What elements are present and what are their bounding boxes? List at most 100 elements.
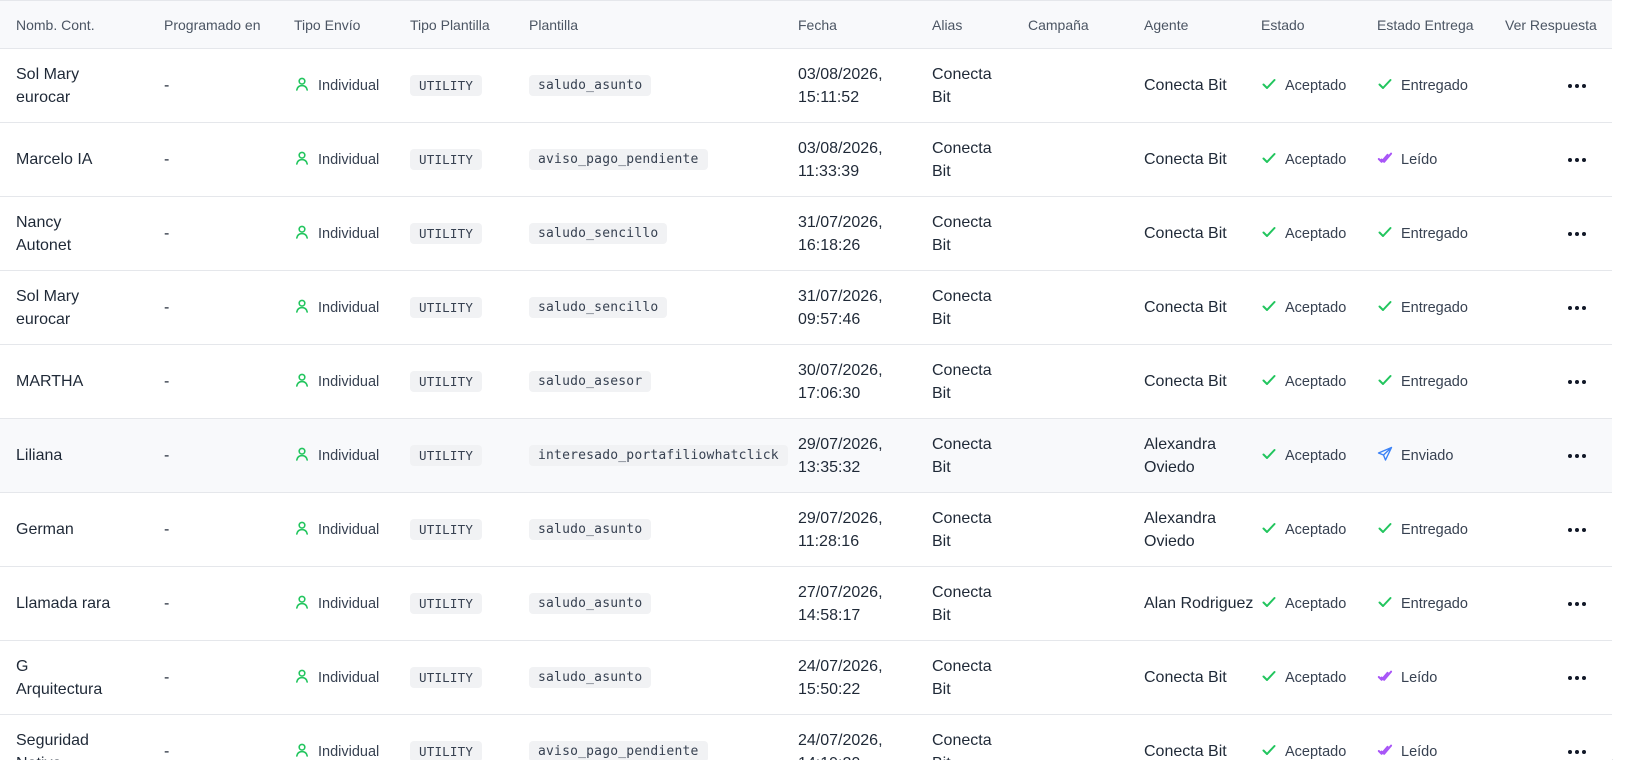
tipo-plantilla-badge: UTILITY: [410, 223, 482, 244]
contact-name: German: [16, 493, 156, 566]
header-tipo-envio[interactable]: Tipo Envío: [294, 1, 404, 48]
estado-label: Aceptado: [1285, 78, 1346, 94]
more-options-icon[interactable]: [1568, 454, 1586, 458]
table-row[interactable]: Sol Mary eurocar - Individual UTILITY sa…: [0, 271, 1612, 345]
estado-entrega: Leído: [1377, 641, 1497, 714]
header-tipo-plantilla[interactable]: Tipo Plantilla: [410, 1, 520, 48]
fecha-text: 27/07/2026, 14:58:17: [798, 581, 893, 627]
estado-label: Aceptado: [1285, 152, 1346, 168]
user-icon: [294, 520, 310, 540]
estado: Aceptado: [1261, 641, 1371, 714]
more-options-icon[interactable]: [1568, 676, 1586, 680]
tipo-plantilla-badge: UTILITY: [410, 519, 482, 540]
double-check-icon: [1377, 150, 1393, 170]
header-programado-en[interactable]: Programado en: [164, 1, 284, 48]
more-options-icon[interactable]: [1568, 602, 1586, 606]
estado-entrega-label: Enviado: [1401, 448, 1453, 464]
user-icon: [294, 150, 310, 170]
alias-text: Conecta Bit: [932, 655, 992, 701]
table-row[interactable]: G Arquitectura - Individual UTILITY salu…: [0, 641, 1612, 715]
table-row[interactable]: Nancy Autonet - Individual UTILITY salud…: [0, 197, 1612, 271]
estado-entrega: Entregado: [1377, 493, 1497, 566]
agente: Conecta Bit: [1144, 271, 1254, 344]
contact-name: Seguridad Nativa: [16, 715, 156, 760]
ver-respuesta: [1505, 345, 1605, 418]
header-alias[interactable]: Alias: [932, 1, 1022, 48]
alias-text: Conecta Bit: [932, 63, 992, 109]
more-options-icon[interactable]: [1568, 306, 1586, 310]
fecha: 03/08/2026, 11:33:39: [798, 123, 923, 196]
header-estado[interactable]: Estado: [1261, 1, 1371, 48]
header-fecha[interactable]: Fecha: [798, 1, 923, 48]
fecha: 29/07/2026, 11:28:16: [798, 493, 923, 566]
table-row[interactable]: MARTHA - Individual UTILITY saludo_aseso…: [0, 345, 1612, 419]
header-estado-entrega[interactable]: Estado Entrega: [1377, 1, 1497, 48]
agente: Alexandra Oviedo: [1144, 493, 1254, 566]
header-ver-respuesta[interactable]: Ver Respuesta: [1505, 1, 1605, 48]
more-options-icon[interactable]: [1568, 232, 1586, 236]
alias-text: Conecta Bit: [932, 433, 992, 479]
scrollbar-gutter[interactable]: [1612, 0, 1634, 759]
fecha: 27/07/2026, 14:58:17: [798, 567, 923, 640]
fecha: 29/07/2026, 13:35:32: [798, 419, 923, 492]
fecha: 24/07/2026, 14:19:20: [798, 715, 923, 760]
table-row[interactable]: Sol Mary eurocar - Individual UTILITY sa…: [0, 49, 1612, 123]
table-row[interactable]: Liliana - Individual UTILITY interesado_…: [0, 419, 1612, 493]
alias-text: Conecta Bit: [932, 137, 992, 183]
fecha-text: 24/07/2026, 15:50:22: [798, 655, 893, 701]
check-icon: [1261, 742, 1277, 760]
header-plantilla[interactable]: Plantilla: [529, 1, 789, 48]
alias-text: Conecta Bit: [932, 359, 992, 405]
estado-entrega: Entregado: [1377, 197, 1497, 270]
table-row[interactable]: Seguridad Nativa - Individual UTILITY av…: [0, 715, 1612, 760]
agente: Conecta Bit: [1144, 715, 1254, 760]
estado: Aceptado: [1261, 49, 1371, 122]
more-options-icon[interactable]: [1568, 84, 1586, 88]
contact-name-text: MARTHA: [16, 370, 83, 393]
fecha: 30/07/2026, 17:06:30: [798, 345, 923, 418]
more-options-icon[interactable]: [1568, 528, 1586, 532]
table-row[interactable]: German - Individual UTILITY saludo_asunt…: [0, 493, 1612, 567]
more-options-icon[interactable]: [1568, 380, 1586, 384]
contact-name-text: Sol Mary eurocar: [16, 63, 116, 109]
header-campana[interactable]: Campaña: [1028, 1, 1138, 48]
ver-respuesta: [1505, 493, 1605, 566]
contact-name: Marcelo IA: [16, 123, 156, 196]
alias-text: Conecta Bit: [932, 285, 992, 331]
table-row[interactable]: Llamada rara - Individual UTILITY saludo…: [0, 567, 1612, 641]
plantilla: saludo_asunto: [529, 641, 789, 714]
estado-entrega-label: Leído: [1401, 670, 1437, 686]
plantilla-badge: saludo_asunto: [529, 593, 651, 614]
agente: Conecta Bit: [1144, 123, 1254, 196]
campana: [1028, 567, 1138, 640]
check-icon: [1377, 594, 1393, 614]
contact-name-text: Llamada rara: [16, 592, 110, 615]
estado-entrega-label: Entregado: [1401, 596, 1468, 612]
tipo-plantilla: UTILITY: [410, 715, 520, 760]
estado-label: Aceptado: [1285, 596, 1346, 612]
more-options-icon[interactable]: [1568, 750, 1586, 754]
tipo-plantilla: UTILITY: [410, 197, 520, 270]
plantilla: saludo_asunto: [529, 49, 789, 122]
estado-label: Aceptado: [1285, 300, 1346, 316]
more-options-icon[interactable]: [1568, 158, 1586, 162]
estado-entrega: Leído: [1377, 123, 1497, 196]
alias: Conecta Bit: [932, 271, 1022, 344]
header-nombre-contacto[interactable]: Nomb. Cont.: [16, 1, 156, 48]
alias-text: Conecta Bit: [932, 211, 992, 257]
header-agente[interactable]: Agente: [1144, 1, 1254, 48]
agente: Alexandra Oviedo: [1144, 419, 1254, 492]
tipo-plantilla: UTILITY: [410, 419, 520, 492]
check-icon: [1261, 446, 1277, 466]
check-icon: [1377, 372, 1393, 392]
check-icon: [1261, 298, 1277, 318]
tipo-plantilla-badge: UTILITY: [410, 667, 482, 688]
agente-text: Alan Rodriguez: [1144, 592, 1253, 615]
table-row[interactable]: Marcelo IA - Individual UTILITY aviso_pa…: [0, 123, 1612, 197]
check-icon: [1261, 668, 1277, 688]
plantilla-badge: interesado_portafiliowhatclick: [529, 445, 788, 466]
agente-text: Alexandra Oviedo: [1144, 433, 1254, 479]
ver-respuesta: [1505, 419, 1605, 492]
campana: [1028, 715, 1138, 760]
tipo-plantilla-badge: UTILITY: [410, 371, 482, 392]
